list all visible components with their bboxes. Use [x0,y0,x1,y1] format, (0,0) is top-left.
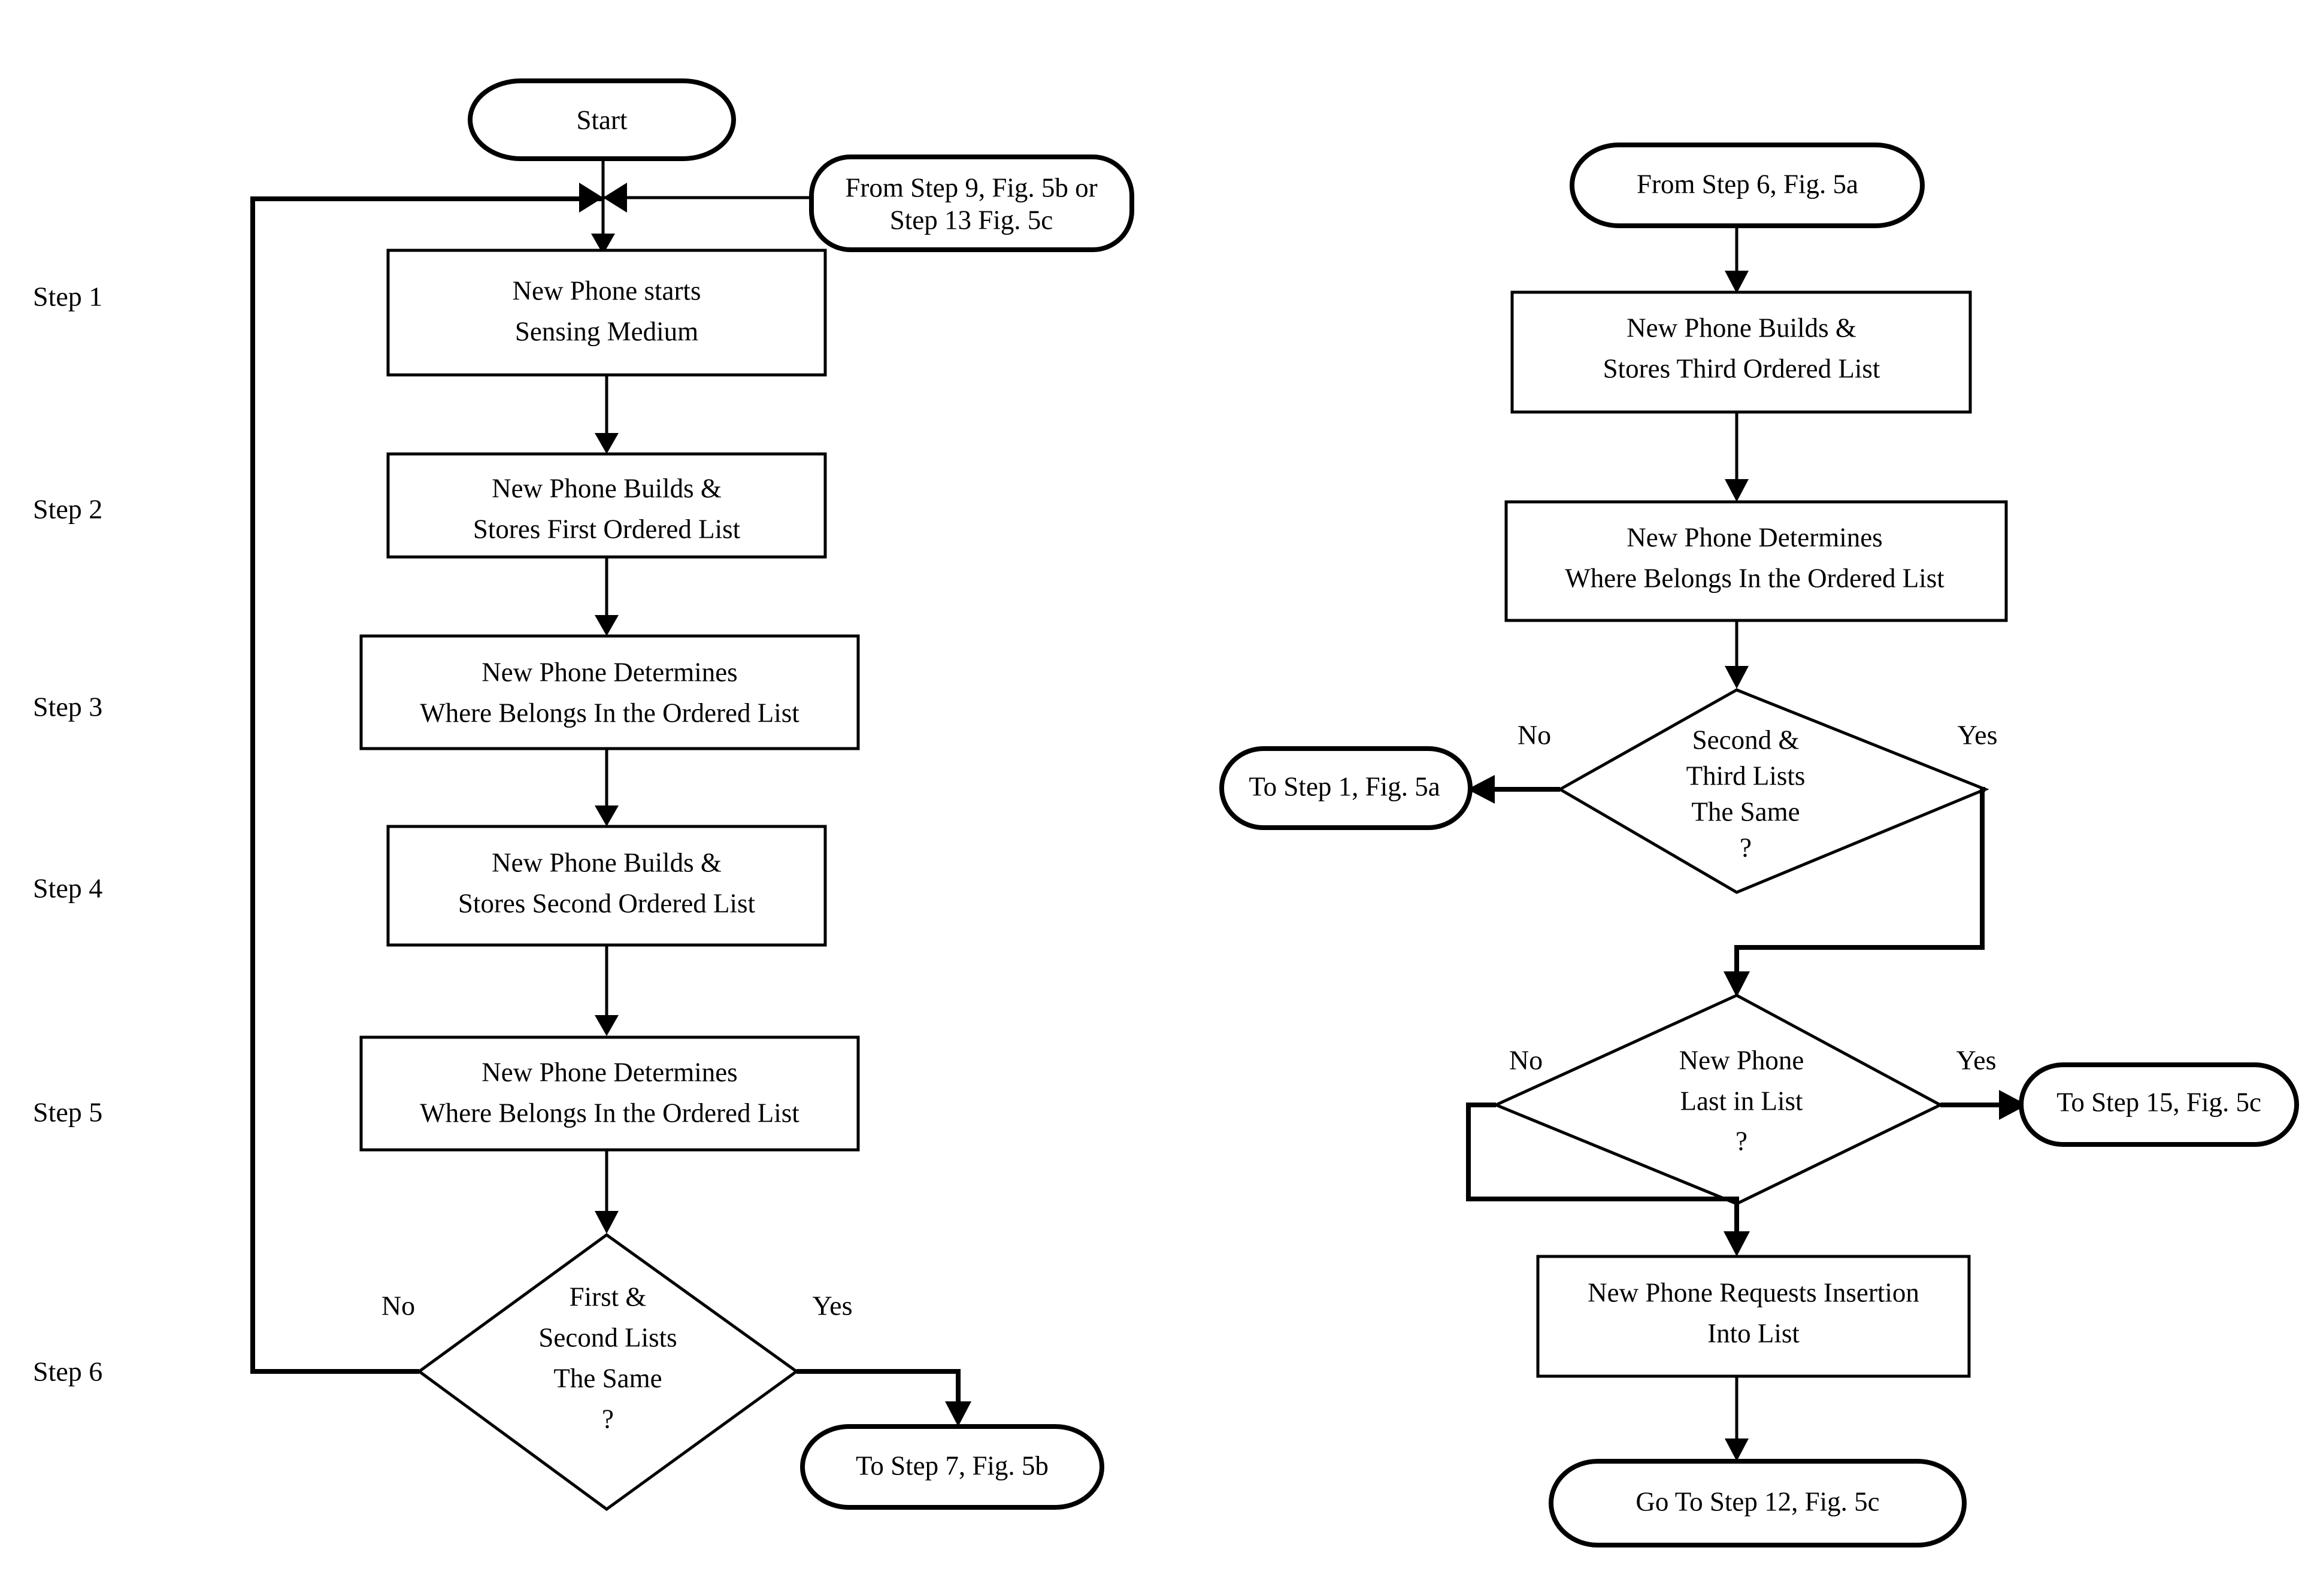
entry-connector-line1: From Step 9, Fig. 5b or [845,172,1097,202]
exit-terminal-r2-label: To Step 15, Fig. 5c [2056,1087,2261,1117]
decision-r2-line2: Last in List [1680,1086,1803,1116]
process-box-r1-line1: New Phone Builds & [1627,313,1856,343]
arrowhead-into-rt3 [1725,1438,1749,1461]
decision-r1-yes-label: Yes [1958,720,1998,750]
process-box-r3-line2: Into List [1707,1318,1800,1348]
process-box-r2-line2: Where Belongs In the Ordered List [1565,563,1945,593]
exit-terminal-r1-label: To Step 1, Fig. 5a [1249,771,1440,801]
start-terminal-label: Start [577,105,628,135]
process-box-r3 [1536,1255,1971,1378]
decision-r1-line2: Third Lists [1686,761,1806,791]
process-box-1-line2: Sensing Medium [515,316,698,346]
process-box-r1 [1510,290,1972,414]
arrowhead-into-r3 [1724,1231,1750,1256]
process-box-2-line1: New Phone Builds & [492,473,722,503]
process-box-r2 [1504,500,2008,622]
arrowhead-into-step4 [595,805,619,826]
entry-connector-line2: Step 13 Fig. 5c [890,205,1053,235]
decision-1-yes-label: Yes [813,1291,853,1321]
process-box-3 [359,634,860,750]
decision-r1-no-label: No [1518,720,1551,750]
flowchart-page: Step 1 Step 2 Step 3 Step 4 Step 5 Step … [0,0,2314,1596]
entry-connector-terminal [809,155,1134,252]
process-box-r3-line1: New Phone Requests Insertion [1588,1277,1919,1307]
decision-r1-line1: Second & [1692,725,1800,755]
process-box-1-line1: New Phone starts [513,275,701,305]
arrowhead-into-step2 [595,433,619,454]
exit-terminal-left-label: To Step 7, Fig. 5b [856,1450,1049,1480]
decision-r1-line4: ? [1740,832,1752,862]
decision-1-line1: First & [570,1282,647,1312]
step-label-5: Step 5 [33,1097,102,1128]
step-label-6: Step 6 [33,1356,102,1387]
process-box-3-line2: Where Belongs In the Ordered List [420,698,799,728]
process-box-4-line2: Stores Second Ordered List [458,888,756,918]
process-box-5-line2: Where Belongs In the Ordered List [420,1098,799,1128]
arrowhead-into-r1 [1725,271,1749,293]
step-label-4: Step 4 [33,873,102,904]
decision-1-line4: ? [602,1404,614,1434]
flowchart-canvas: Step 1 Step 2 Step 3 Step 4 Step 5 Step … [33,78,2299,1547]
process-box-r1-line2: Stores Third Ordered List [1603,353,1880,383]
step-label-3: Step 3 [33,692,102,722]
arrowhead-into-rd1 [1725,666,1749,689]
arrowhead-into-decision1 [595,1211,619,1234]
decision-r2-line1: New Phone [1679,1045,1804,1075]
decision-1-no-label: No [381,1291,415,1321]
decision-r1-line3: The Same [1691,797,1800,826]
decision-1-line2: Second Lists [538,1322,677,1352]
process-box-2-line2: Stores First Ordered List [473,514,741,544]
entry-terminal-right-label: From Step 6, Fig. 5a [1637,169,1858,199]
connector-yes-to-exit [796,1369,961,1415]
arrowhead-into-rd2 [1724,971,1750,997]
process-box-1 [386,249,827,377]
decision-1-line3: The Same [553,1363,662,1393]
decision-diamond-r1 [1556,688,1989,894]
decision-r2-line3: ? [1736,1126,1747,1156]
arrowhead-into-exit-terminal [945,1401,971,1427]
process-box-r2-line1: New Phone Determines [1627,522,1882,552]
decision-r2-yes-label: Yes [1956,1045,1997,1076]
exit-terminal-r3-label: Go To Step 12, Fig. 5c [1635,1486,1879,1516]
process-box-3-line1: New Phone Determines [481,657,737,687]
process-box-4-line1: New Phone Builds & [492,847,722,877]
arrowhead-into-step3 [595,615,619,636]
decision-r2-no-label: No [1509,1045,1543,1076]
arrowhead-into-r2 [1725,479,1749,502]
process-box-4 [386,825,827,947]
arrowhead-into-step5 [595,1015,619,1036]
process-box-5-line1: New Phone Determines [481,1057,737,1087]
step-label-1: Step 1 [33,281,102,312]
process-box-5 [359,1035,860,1152]
step-label-2: Step 2 [33,494,102,525]
